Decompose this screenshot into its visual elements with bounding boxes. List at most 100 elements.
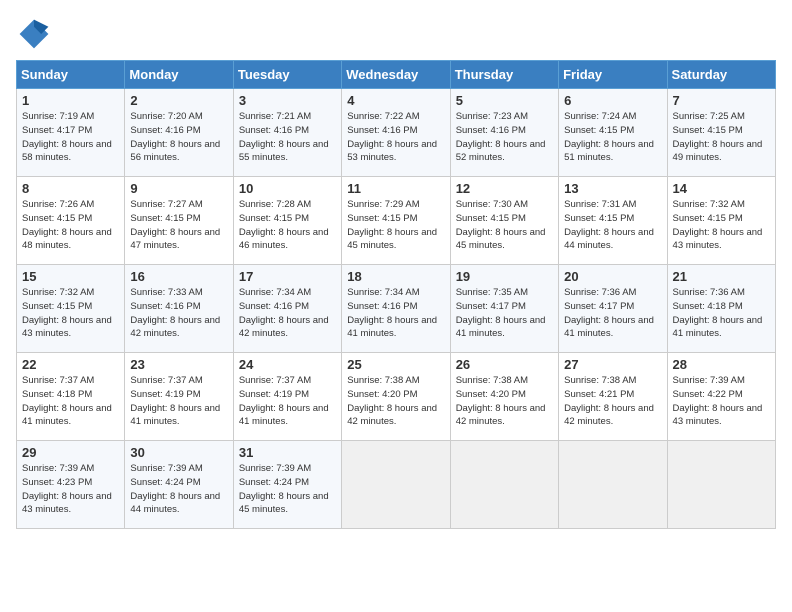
calendar-table: SundayMondayTuesdayWednesdayThursdayFrid… [16, 60, 776, 529]
header-day: Sunday [17, 61, 125, 89]
day-number: 7 [673, 93, 770, 108]
logo-icon [16, 16, 52, 52]
day-number: 1 [22, 93, 119, 108]
day-number: 15 [22, 269, 119, 284]
day-number: 5 [456, 93, 553, 108]
day-number: 18 [347, 269, 444, 284]
day-info: Sunrise: 7:36 AM Sunset: 4:17 PM Dayligh… [564, 286, 661, 341]
day-number: 19 [456, 269, 553, 284]
calendar-day [667, 441, 775, 529]
calendar-day: 7 Sunrise: 7:25 AM Sunset: 4:15 PM Daylig… [667, 89, 775, 177]
header-day: Monday [125, 61, 233, 89]
calendar-day: 4 Sunrise: 7:22 AM Sunset: 4:16 PM Daylig… [342, 89, 450, 177]
day-number: 9 [130, 181, 227, 196]
day-info: Sunrise: 7:28 AM Sunset: 4:15 PM Dayligh… [239, 198, 336, 253]
day-info: Sunrise: 7:27 AM Sunset: 4:15 PM Dayligh… [130, 198, 227, 253]
day-info: Sunrise: 7:34 AM Sunset: 4:16 PM Dayligh… [347, 286, 444, 341]
header-day: Thursday [450, 61, 558, 89]
day-number: 13 [564, 181, 661, 196]
calendar-week: 8 Sunrise: 7:26 AM Sunset: 4:15 PM Daylig… [17, 177, 776, 265]
day-number: 27 [564, 357, 661, 372]
day-info: Sunrise: 7:35 AM Sunset: 4:17 PM Dayligh… [456, 286, 553, 341]
calendar-day [559, 441, 667, 529]
day-number: 28 [673, 357, 770, 372]
day-number: 31 [239, 445, 336, 460]
header-day: Wednesday [342, 61, 450, 89]
day-info: Sunrise: 7:37 AM Sunset: 4:19 PM Dayligh… [130, 374, 227, 429]
day-number: 16 [130, 269, 227, 284]
day-info: Sunrise: 7:32 AM Sunset: 4:15 PM Dayligh… [22, 286, 119, 341]
calendar-day: 13 Sunrise: 7:31 AM Sunset: 4:15 PM Dayli… [559, 177, 667, 265]
calendar-day: 20 Sunrise: 7:36 AM Sunset: 4:17 PM Dayli… [559, 265, 667, 353]
calendar-day: 19 Sunrise: 7:35 AM Sunset: 4:17 PM Dayli… [450, 265, 558, 353]
day-info: Sunrise: 7:39 AM Sunset: 4:23 PM Dayligh… [22, 462, 119, 517]
day-number: 20 [564, 269, 661, 284]
day-info: Sunrise: 7:37 AM Sunset: 4:18 PM Dayligh… [22, 374, 119, 429]
day-info: Sunrise: 7:39 AM Sunset: 4:24 PM Dayligh… [130, 462, 227, 517]
day-info: Sunrise: 7:37 AM Sunset: 4:19 PM Dayligh… [239, 374, 336, 429]
calendar-day: 2Sunrise: 7:20 AM Sunset: 4:16 PM Daylig… [125, 89, 233, 177]
calendar-week: 22 Sunrise: 7:37 AM Sunset: 4:18 PM Dayli… [17, 353, 776, 441]
day-info: Sunrise: 7:20 AM Sunset: 4:16 PM Dayligh… [130, 110, 227, 165]
calendar-day: 24 Sunrise: 7:37 AM Sunset: 4:19 PM Dayli… [233, 353, 341, 441]
header-row: SundayMondayTuesdayWednesdayThursdayFrid… [17, 61, 776, 89]
calendar-day: 28 Sunrise: 7:39 AM Sunset: 4:22 PM Dayli… [667, 353, 775, 441]
day-info: Sunrise: 7:33 AM Sunset: 4:16 PM Dayligh… [130, 286, 227, 341]
calendar-day: 9 Sunrise: 7:27 AM Sunset: 4:15 PM Daylig… [125, 177, 233, 265]
day-number: 21 [673, 269, 770, 284]
day-info: Sunrise: 7:19 AM Sunset: 4:17 PM Dayligh… [22, 110, 119, 165]
calendar-day: 18 Sunrise: 7:34 AM Sunset: 4:16 PM Dayli… [342, 265, 450, 353]
calendar-day: 25Sunrise: 7:38 AM Sunset: 4:20 PM Dayli… [342, 353, 450, 441]
day-info: Sunrise: 7:38 AM Sunset: 4:21 PM Dayligh… [564, 374, 661, 429]
calendar-day: 3 Sunrise: 7:21 AM Sunset: 4:16 PM Daylig… [233, 89, 341, 177]
day-number: 11 [347, 181, 444, 196]
calendar-day: 5 Sunrise: 7:23 AM Sunset: 4:16 PM Daylig… [450, 89, 558, 177]
day-number: 4 [347, 93, 444, 108]
logo [16, 16, 58, 52]
calendar-week: 29 Sunrise: 7:39 AM Sunset: 4:23 PM Dayli… [17, 441, 776, 529]
calendar-day [342, 441, 450, 529]
header-day: Tuesday [233, 61, 341, 89]
day-number: 22 [22, 357, 119, 372]
calendar-day: 29 Sunrise: 7:39 AM Sunset: 4:23 PM Dayli… [17, 441, 125, 529]
day-number: 29 [22, 445, 119, 460]
day-number: 14 [673, 181, 770, 196]
day-info: Sunrise: 7:25 AM Sunset: 4:15 PM Dayligh… [673, 110, 770, 165]
calendar-day: 11 Sunrise: 7:29 AM Sunset: 4:15 PM Dayli… [342, 177, 450, 265]
day-info: Sunrise: 7:39 AM Sunset: 4:22 PM Dayligh… [673, 374, 770, 429]
day-info: Sunrise: 7:34 AM Sunset: 4:16 PM Dayligh… [239, 286, 336, 341]
calendar-day: 27 Sunrise: 7:38 AM Sunset: 4:21 PM Dayli… [559, 353, 667, 441]
day-number: 3 [239, 93, 336, 108]
calendar-day: 1 Sunrise: 7:19 AM Sunset: 4:17 PM Daylig… [17, 89, 125, 177]
day-number: 17 [239, 269, 336, 284]
calendar-day: 10 Sunrise: 7:28 AM Sunset: 4:15 PM Dayli… [233, 177, 341, 265]
day-info: Sunrise: 7:23 AM Sunset: 4:16 PM Dayligh… [456, 110, 553, 165]
day-number: 24 [239, 357, 336, 372]
day-info: Sunrise: 7:22 AM Sunset: 4:16 PM Dayligh… [347, 110, 444, 165]
header-day: Saturday [667, 61, 775, 89]
calendar-day: 8 Sunrise: 7:26 AM Sunset: 4:15 PM Daylig… [17, 177, 125, 265]
calendar-day: 12Sunrise: 7:30 AM Sunset: 4:15 PM Dayli… [450, 177, 558, 265]
day-info: Sunrise: 7:32 AM Sunset: 4:15 PM Dayligh… [673, 198, 770, 253]
calendar-day: 31 Sunrise: 7:39 AM Sunset: 4:24 PM Dayli… [233, 441, 341, 529]
calendar-day: 15 Sunrise: 7:32 AM Sunset: 4:15 PM Dayli… [17, 265, 125, 353]
day-info: Sunrise: 7:39 AM Sunset: 4:24 PM Dayligh… [239, 462, 336, 517]
day-number: 6 [564, 93, 661, 108]
calendar-day: 30 Sunrise: 7:39 AM Sunset: 4:24 PM Dayli… [125, 441, 233, 529]
day-number: 26 [456, 357, 553, 372]
calendar-day: 22 Sunrise: 7:37 AM Sunset: 4:18 PM Dayli… [17, 353, 125, 441]
calendar-day: 17 Sunrise: 7:34 AM Sunset: 4:16 PM Dayli… [233, 265, 341, 353]
calendar-week: 15 Sunrise: 7:32 AM Sunset: 4:15 PM Dayli… [17, 265, 776, 353]
day-info: Sunrise: 7:38 AM Sunset: 4:20 PM Dayligh… [347, 374, 444, 429]
day-number: 8 [22, 181, 119, 196]
day-info: Sunrise: 7:38 AM Sunset: 4:20 PM Dayligh… [456, 374, 553, 429]
day-info: Sunrise: 7:21 AM Sunset: 4:16 PM Dayligh… [239, 110, 336, 165]
day-number: 23 [130, 357, 227, 372]
day-number: 30 [130, 445, 227, 460]
day-number: 10 [239, 181, 336, 196]
calendar-day: 21Sunrise: 7:36 AM Sunset: 4:18 PM Dayli… [667, 265, 775, 353]
day-info: Sunrise: 7:24 AM Sunset: 4:15 PM Dayligh… [564, 110, 661, 165]
day-info: Sunrise: 7:26 AM Sunset: 4:15 PM Dayligh… [22, 198, 119, 253]
day-info: Sunrise: 7:31 AM Sunset: 4:15 PM Dayligh… [564, 198, 661, 253]
day-info: Sunrise: 7:29 AM Sunset: 4:15 PM Dayligh… [347, 198, 444, 253]
